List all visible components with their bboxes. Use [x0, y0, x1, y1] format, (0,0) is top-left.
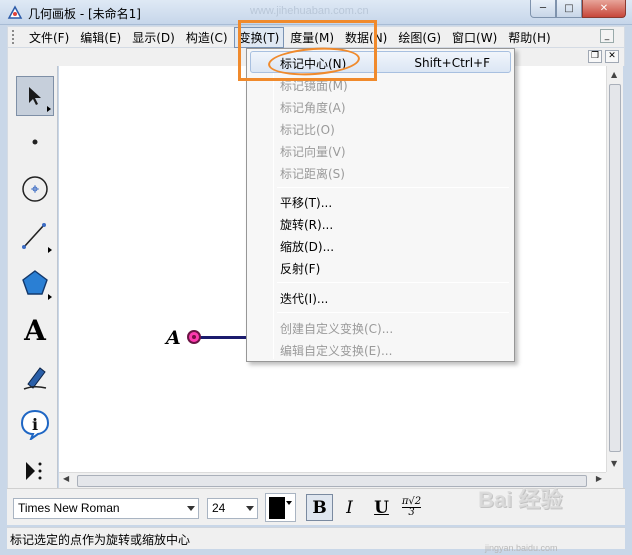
chevron-down-icon [246, 506, 254, 511]
menu-item-mark-ratio: 标记比(O) [280, 123, 335, 137]
straightedge-tool[interactable] [16, 216, 54, 256]
line-segment-icon [22, 223, 46, 249]
pentagon-icon [22, 270, 48, 295]
custom-tool-icon [26, 462, 42, 480]
point-label-a[interactable]: A [166, 327, 181, 349]
compass-tool[interactable] [16, 169, 54, 209]
minimize-button[interactable]: ─ [530, 0, 556, 18]
close-button[interactable]: ✕ [582, 0, 626, 18]
scroll-left-icon[interactable]: ◀ [63, 474, 69, 483]
status-text: 标记选定的点作为旋转或缩放中心 [10, 533, 191, 547]
point-tool[interactable] [16, 122, 54, 162]
italic-button[interactable]: I [336, 494, 363, 521]
menu-display[interactable]: 显示(D) [127, 27, 180, 48]
text-color-button[interactable] [265, 493, 296, 522]
info-icon: i [20, 409, 50, 440]
color-swatch-icon [269, 497, 285, 519]
menu-separator [277, 282, 509, 283]
menu-grip-icon [12, 29, 20, 45]
document-minimize-icon[interactable]: _ [600, 29, 614, 43]
app-icon [7, 5, 23, 19]
point-a[interactable] [187, 330, 201, 344]
line-segment[interactable] [200, 336, 250, 339]
baidu-watermark: Bai 经验 [478, 487, 563, 512]
document-minimize-area: _ [600, 29, 614, 43]
transform-menu-dropdown: 标记中心(N) Shift+Ctrl+F 标记镜面(M) 标记角度(A) 标记比… [246, 48, 515, 362]
select-arrow-tool[interactable] [16, 76, 54, 116]
vertical-scrollbar[interactable]: ▲ ▼ [606, 66, 623, 472]
document-close-icon[interactable]: ✕ [605, 50, 619, 63]
text-tool[interactable]: A [16, 310, 54, 350]
info-glyph: i [32, 415, 38, 434]
menu-item-create-custom-transform: 创建自定义变换(C)... [280, 322, 394, 336]
menu-edit[interactable]: 编辑(E) [75, 27, 126, 48]
point-icon [32, 139, 38, 145]
menu-separator [277, 187, 509, 188]
menu-item-translate[interactable]: 平移(T)... [250, 190, 511, 212]
menu-item-rotate[interactable]: 旋转(R)... [250, 212, 511, 234]
menu-item-mark-angle: 标记角度(A) [280, 101, 346, 115]
math-format-bottom: 3 [408, 507, 415, 518]
marker-tool[interactable] [16, 357, 54, 397]
document-restore-icon[interactable]: ❐ [588, 50, 602, 63]
baidu-watermark-url: jingyan.baidu.com [485, 543, 558, 553]
menu-construct[interactable]: 构造(C) [181, 27, 233, 48]
menu-file[interactable]: 文件(F) [24, 27, 74, 48]
scroll-up-icon[interactable]: ▲ [611, 70, 617, 79]
font-family-select[interactable]: Times New Roman [13, 498, 199, 519]
font-size-value: 24 [212, 501, 226, 515]
math-format-button[interactable]: π√2 3 [398, 494, 425, 521]
chevron-down-icon [187, 506, 195, 511]
toolbox: A i [7, 66, 58, 491]
url-watermark: www.jihehuaban.com.cn [250, 5, 369, 17]
maximize-button[interactable]: □ [556, 0, 582, 18]
font-size-select[interactable]: 24 [207, 498, 258, 519]
scroll-down-icon[interactable]: ▼ [611, 459, 617, 468]
menu-item-dilate[interactable]: 缩放(D)... [250, 234, 511, 256]
vertical-scroll-thumb[interactable] [609, 84, 621, 452]
underline-button[interactable]: U [368, 494, 395, 521]
information-tool[interactable]: i [16, 404, 54, 444]
menu-window[interactable]: 窗口(W) [447, 27, 502, 48]
polygon-tool[interactable] [16, 263, 54, 303]
custom-tool[interactable] [16, 451, 54, 491]
chevron-down-icon [286, 501, 292, 505]
scroll-right-icon[interactable]: ▶ [596, 474, 602, 483]
window-controls: ─ □ ✕ [530, 0, 626, 18]
menu-item-mark-vector: 标记向量(V) [280, 145, 346, 159]
marker-pen-icon [23, 367, 47, 390]
menu-item-shortcut: Shift+Ctrl+F [414, 56, 490, 70]
menu-graph[interactable]: 绘图(G) [393, 27, 446, 48]
menu-help[interactable]: 帮助(H) [503, 27, 555, 48]
arrow-cursor-icon [29, 87, 41, 105]
scrollbar-corner [606, 472, 623, 488]
font-family-value: Times New Roman [18, 501, 120, 515]
window-title: 几何画板 - [未命名1] [28, 7, 141, 21]
menu-item-reflect[interactable]: 反射(F) [250, 256, 511, 278]
menu-separator [277, 312, 509, 313]
menu-item-mark-distance: 标记距离(S) [280, 167, 345, 181]
bold-button[interactable]: B [306, 494, 333, 521]
menu-item-iterate[interactable]: 迭代(I)... [250, 286, 511, 308]
menu-item-edit-custom-transform: 编辑自定义变换(E)... [280, 344, 393, 358]
compass-circle-icon [22, 176, 48, 202]
